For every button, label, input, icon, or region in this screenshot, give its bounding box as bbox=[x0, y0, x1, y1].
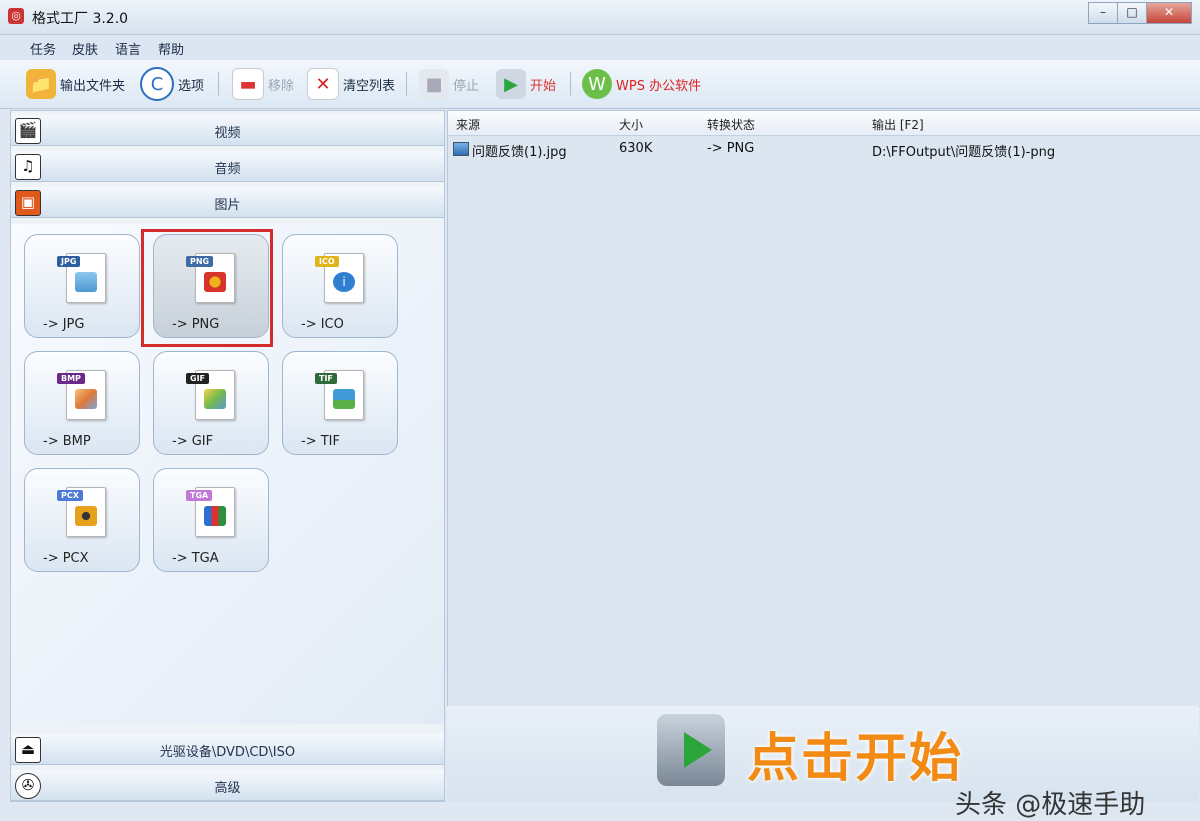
col-output[interactable]: 输出 [F2] bbox=[872, 116, 924, 133]
tif-file-icon: TIF bbox=[315, 370, 364, 420]
options-icon: C bbox=[140, 67, 174, 101]
format-label: -> BMP bbox=[43, 434, 91, 449]
format-badge: BMP bbox=[57, 373, 85, 384]
format-badge: TGA bbox=[186, 490, 213, 501]
format-label: -> PCX bbox=[43, 551, 89, 566]
category-rom-device[interactable]: ⏏ 光驱设备\DVD\CD\ISO bbox=[11, 734, 444, 765]
clear-icon: ✕ bbox=[307, 68, 339, 100]
toolbar-separator bbox=[570, 72, 571, 96]
toolbar: 📁 输出文件夹 C 选项 ▬ 移除 ✕ 清空列表 ■ 停止 ▶ 开始 W WPS… bbox=[0, 60, 1200, 109]
options-button[interactable]: C 选项 bbox=[140, 67, 204, 101]
toolbar-separator bbox=[406, 72, 407, 96]
format-label: -> ICO bbox=[301, 317, 344, 332]
output-folder-button[interactable]: 📁 输出文件夹 bbox=[26, 68, 125, 100]
format-tile-ico[interactable]: ICO i -> ICO bbox=[282, 234, 398, 338]
start-button[interactable]: ▶ 开始 bbox=[496, 68, 556, 100]
menu-task[interactable]: 任务 bbox=[30, 39, 56, 58]
format-tile-tga[interactable]: TGA -> TGA bbox=[153, 468, 269, 572]
format-badge: PCX bbox=[57, 490, 83, 501]
bmp-file-icon: BMP bbox=[57, 370, 106, 420]
task-list: 来源 大小 转换状态 输出 [F2] 问题反馈(1).jpg 630K -> P… bbox=[447, 110, 1200, 707]
format-label: -> TGA bbox=[172, 551, 219, 566]
selection-highlight bbox=[141, 229, 273, 347]
menu-skin[interactable]: 皮肤 bbox=[72, 39, 98, 58]
row-source: 问题反馈(1).jpg bbox=[472, 145, 567, 160]
title-bar: ◎ 格式工厂 3.2.0 – □ ✕ bbox=[0, 0, 1200, 35]
format-label: -> GIF bbox=[172, 434, 214, 449]
remove-button[interactable]: ▬ 移除 bbox=[232, 68, 294, 100]
ico-file-icon: ICO i bbox=[315, 253, 364, 303]
folder-icon: 📁 bbox=[26, 69, 56, 99]
format-tile-bmp[interactable]: BMP -> BMP bbox=[24, 351, 140, 455]
wps-button[interactable]: W WPS 办公软件 bbox=[582, 68, 701, 100]
category-audio[interactable]: ♫ 音频 bbox=[11, 151, 444, 182]
start-conversion-icon[interactable] bbox=[657, 714, 725, 786]
menu-language[interactable]: 语言 bbox=[115, 39, 141, 58]
stop-icon: ■ bbox=[419, 69, 449, 99]
col-status[interactable]: 转换状态 bbox=[707, 116, 755, 133]
category-advanced[interactable]: ✇ 高级 bbox=[11, 770, 444, 801]
stop-button[interactable]: ■ 停止 bbox=[419, 68, 479, 100]
tga-file-icon: TGA bbox=[186, 487, 235, 537]
col-source[interactable]: 来源 bbox=[456, 116, 480, 133]
row-output: D:\FFOutput\问题反馈(1)-png bbox=[872, 145, 1056, 160]
format-label: -> JPG bbox=[43, 317, 85, 332]
table-header: 来源 大小 转换状态 输出 [F2] bbox=[448, 111, 1200, 136]
app-icon: ◎ bbox=[8, 8, 24, 24]
format-tile-gif[interactable]: GIF -> GIF bbox=[153, 351, 269, 455]
format-tile-tif[interactable]: TIF -> TIF bbox=[282, 351, 398, 455]
close-button[interactable]: ✕ bbox=[1146, 2, 1192, 24]
row-size: 630K bbox=[619, 141, 653, 156]
format-label: -> TIF bbox=[301, 434, 340, 449]
image-file-icon bbox=[453, 142, 469, 156]
window-controls: – □ ✕ bbox=[1088, 2, 1192, 24]
maximize-button[interactable]: □ bbox=[1117, 2, 1147, 24]
format-badge: TIF bbox=[315, 373, 337, 384]
watermark: 头条 @极速手助 bbox=[955, 790, 1146, 820]
start-icon: ▶ bbox=[496, 69, 526, 99]
category-image[interactable]: ▣ 图片 bbox=[11, 187, 444, 218]
window-title: 格式工厂 3.2.0 bbox=[32, 11, 129, 27]
menu-bar: 任务 皮肤 语言 帮助 bbox=[0, 35, 1200, 59]
table-row[interactable]: 问题反馈(1).jpg 630K -> PNG D:\FFOutput\问题反馈… bbox=[448, 138, 1200, 160]
gif-file-icon: GIF bbox=[186, 370, 235, 420]
format-tile-pcx[interactable]: PCX -> PCX bbox=[24, 468, 140, 572]
col-size[interactable]: 大小 bbox=[619, 116, 643, 133]
format-badge: GIF bbox=[186, 373, 210, 384]
format-badge: ICO bbox=[315, 256, 339, 267]
format-tile-jpg[interactable]: JPG -> JPG bbox=[24, 234, 140, 338]
format-badge: JPG bbox=[57, 256, 81, 267]
wps-icon: W bbox=[582, 69, 612, 99]
category-video[interactable]: 🎬 视频 bbox=[11, 115, 444, 146]
toolbar-separator bbox=[218, 72, 219, 96]
jpg-file-icon: JPG bbox=[57, 253, 106, 303]
category-panel: 🎬 视频 ♫ 音频 ▣ 图片 JPG -> JPG PNG -> PNG ICO bbox=[10, 110, 445, 802]
minimize-button[interactable]: – bbox=[1088, 2, 1118, 24]
clear-list-button[interactable]: ✕ 清空列表 bbox=[307, 68, 395, 100]
start-banner-text[interactable]: 点击开始 bbox=[747, 716, 963, 791]
remove-icon: ▬ bbox=[232, 68, 264, 100]
pcx-file-icon: PCX bbox=[57, 487, 106, 537]
menu-help[interactable]: 帮助 bbox=[158, 39, 184, 58]
row-status: -> PNG bbox=[707, 141, 755, 156]
